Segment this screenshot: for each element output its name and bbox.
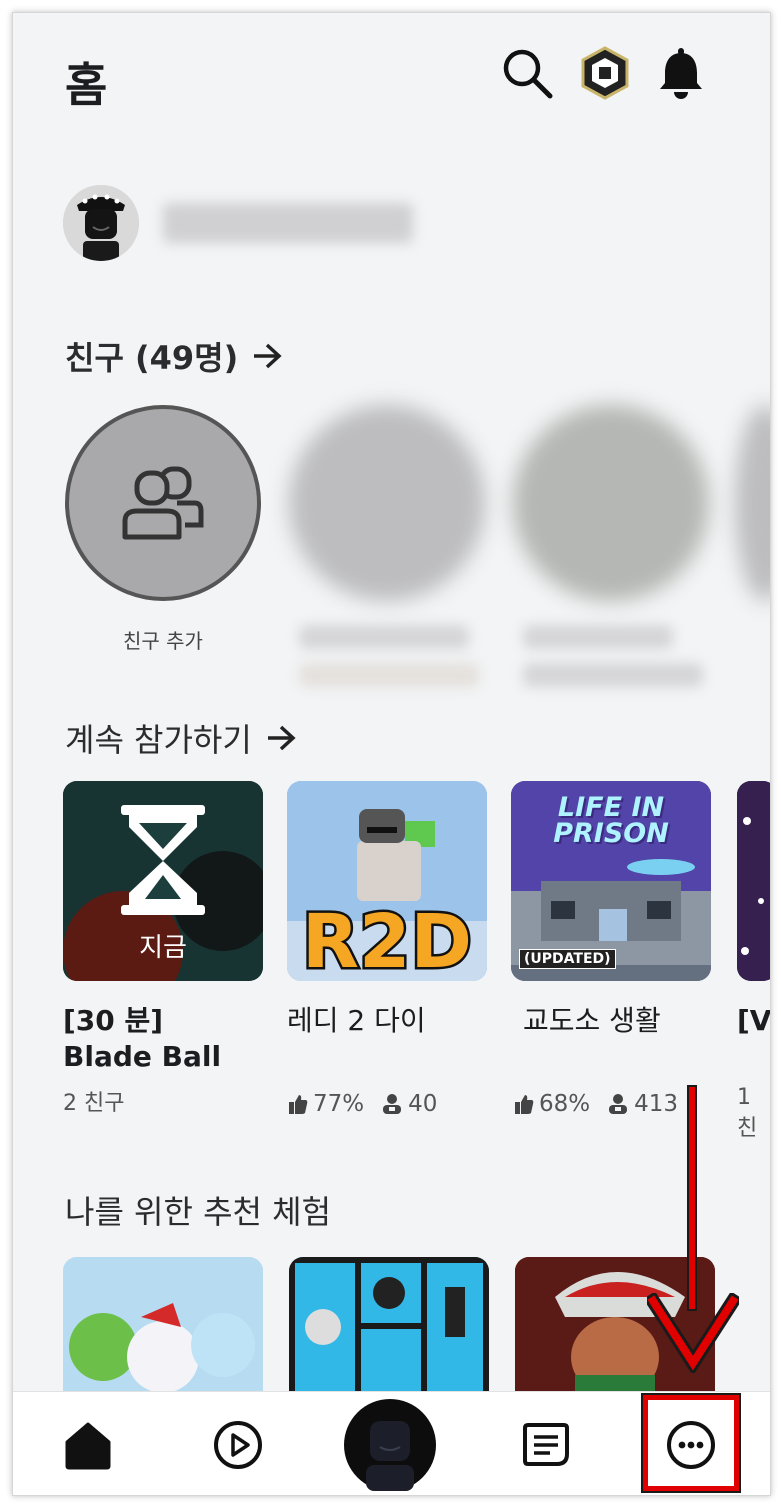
friend-name-redacted [299,625,469,649]
avatar-icon[interactable] [343,1398,437,1492]
page-title: 홈 [65,58,108,112]
game-stats: 77% 40 [287,1091,437,1117]
friends-title: 친구 (49명) [65,339,239,377]
friend-avatar[interactable] [289,405,485,601]
game-rating: 77% [313,1091,365,1117]
avatar[interactable] [63,185,139,261]
arrow-right-icon [267,725,296,751]
robux-icon[interactable] [577,45,633,101]
game-players: 40 [408,1091,438,1117]
add-friends-icon [122,466,204,540]
game-name: [30 분] Blade Ball [63,1004,222,1073]
add-friend-button[interactable] [65,405,261,601]
game-tile-partial[interactable] [737,781,770,981]
search-icon[interactable] [499,45,555,101]
game-name: [V [737,1004,771,1037]
players-icon [383,1094,402,1114]
game-name: 레디 2 다이 [287,1004,426,1037]
friend-status-redacted [523,663,703,687]
updated-badge: (UPDATED) [519,949,616,969]
game-overlay-label: 지금 [139,933,187,963]
friend-name-redacted [523,625,673,649]
annotation-arrow-head [647,1293,739,1373]
game-friends-count: 1 친 [737,1085,758,1141]
game-tile-ready-2-die[interactable]: R2D [287,781,487,981]
players-icon [609,1094,628,1114]
chat-icon[interactable] [511,1410,581,1480]
bell-icon[interactable] [653,45,709,101]
recommended-title: 나를 위한 추천 체험 [65,1193,332,1231]
friend-avatar[interactable] [513,405,709,601]
game-logo-text: LIFE IN PRISON [553,792,669,849]
app-screen: 홈 친구 (49명) 친구 추가 계속 참가하기 지금 [30 분] Blade… [12,12,771,1496]
thumbs-up-icon [289,1095,308,1114]
arrow-right-icon [254,343,282,369]
friends-section-header[interactable]: 친구 (49명) [65,333,282,379]
recommended-section-header: 나를 위한 추천 체험 [65,1187,331,1233]
add-friend-label: 친구 추가 [123,629,203,653]
thumbs-up-icon [515,1095,534,1114]
game-friends-count: 2 친구 [63,1091,125,1116]
game-stats: 68% 413 [513,1091,678,1117]
game-tile-blade-ball[interactable]: 지금 [63,781,263,981]
game-players: 413 [634,1091,679,1117]
continue-section-header[interactable]: 계속 참가하기 [65,715,296,761]
game-name: 교도소 생활 [523,1004,661,1037]
continue-title: 계속 참가하기 [65,721,252,759]
game-tile-life-in-prison[interactable]: LIFE IN PRISON (UPDATED) [511,781,711,981]
game-rating: 68% [539,1091,591,1117]
friend-status-redacted [299,663,479,687]
home-icon[interactable] [53,1410,123,1480]
recommended-game-tile[interactable] [63,1257,263,1397]
friend-avatar[interactable] [735,405,770,601]
recommended-game-tile[interactable] [289,1257,489,1397]
play-icon[interactable] [203,1410,273,1480]
svg-text:R2D: R2D [302,899,472,981]
annotation-highlight-box [641,1393,741,1493]
username-redacted [163,203,413,243]
annotation-arrow-shaft [687,1085,697,1311]
